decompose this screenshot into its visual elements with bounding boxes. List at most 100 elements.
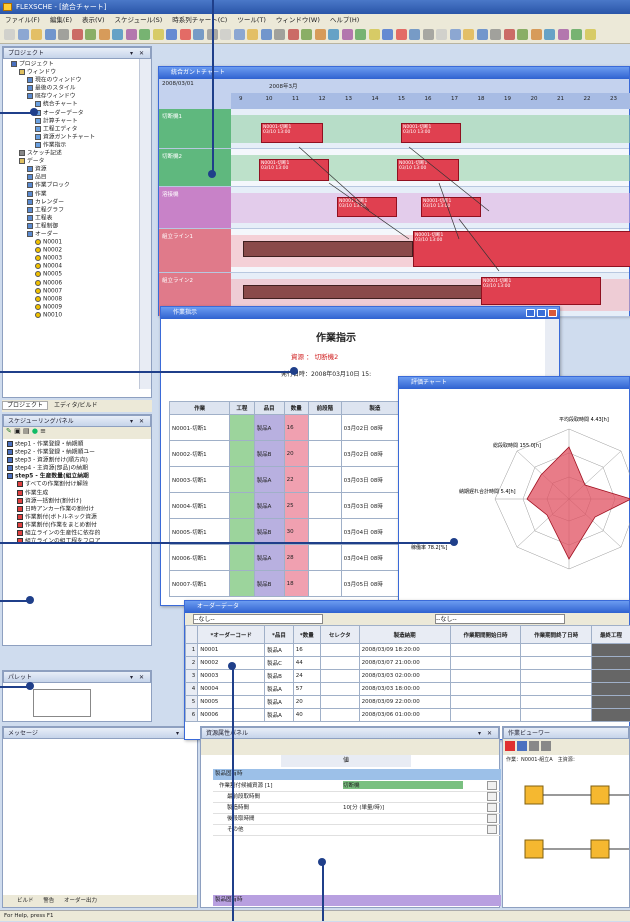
scrollbar[interactable] [139,59,151,389]
tree-item[interactable]: カレンダー [11,199,151,207]
table-cell[interactable] [592,709,630,722]
tree-item[interactable]: N0005 [11,271,151,279]
table-cell[interactable] [521,709,592,722]
table-cell[interactable] [320,683,359,696]
column-header[interactable]: *数量 [293,626,320,644]
tree-item[interactable]: N0009 [11,304,151,312]
table-cell[interactable]: 2008/03/09 22:00:00 [359,696,450,709]
toolbar-button[interactable] [544,29,555,40]
close-button[interactable] [548,309,557,317]
schedule-item[interactable]: 作業生成 [7,490,151,498]
table-row[interactable]: N0001-切断1製品A1603月02日 08時 [170,415,409,441]
property-edit-button[interactable] [487,803,497,812]
schedule-item[interactable]: step2 - 作業登録・納期順ユー [7,449,151,457]
properties-toolbar[interactable] [201,739,499,755]
toolbar-button[interactable] [247,29,258,40]
toolbar-button[interactable] [274,29,285,40]
schedule-item[interactable]: 組立ラインの生産性に依存的 [7,530,151,538]
toolbar-button[interactable] [531,29,542,40]
toolbar-button[interactable] [261,29,272,40]
column-header[interactable]: セレクタ [320,626,359,644]
table-cell[interactable]: 2008/03/09 18:20:00 [359,644,450,657]
tab-order-output[interactable]: オーダー出力 [64,898,97,904]
toolbar-button[interactable] [315,29,326,40]
tree-item[interactable]: N0004 [11,263,151,271]
table-cell[interactable]: 製品C [265,657,294,670]
table-cell[interactable] [320,644,359,657]
menu-item[interactable]: 編集(E) [50,16,72,24]
table-cell[interactable]: 16 [293,644,320,657]
tree-item[interactable]: プロジェクト [11,61,151,69]
tree-item[interactable]: 品目 [11,174,151,182]
toolbar-button[interactable] [193,29,204,40]
table-cell[interactable] [521,644,592,657]
table-cell[interactable] [320,709,359,722]
toolbar-button[interactable] [72,29,83,40]
panel-controls[interactable]: ▾ ✕ [478,728,494,739]
table-cell[interactable] [450,709,521,722]
menu-item[interactable]: スケジュール(S) [115,16,163,24]
tree-item[interactable]: 資源ガントチャート [11,134,151,142]
property-row[interactable]: 最前段取時間 [213,792,501,803]
toolbar-button[interactable] [220,29,231,40]
toolbar-button[interactable] [342,29,353,40]
tree-item[interactable]: ウィンドウ [11,69,151,77]
table-row[interactable]: N0007-切断1製品B1803月05日 08時 [170,571,409,597]
palette-box[interactable] [33,689,91,717]
scheduling-toolbar[interactable]: ✎ ▣ ▤ ● ≡ [3,427,151,439]
menu-item[interactable]: 表示(V) [82,16,105,24]
tree-item[interactable]: N0001 [11,239,151,247]
tree-item[interactable]: N0008 [11,296,151,304]
table-cell[interactable] [592,670,630,683]
column-header[interactable]: 作業期間開始日時 [450,626,521,644]
table-cell[interactable]: 製品A [265,696,294,709]
tree-item[interactable]: データ [11,158,151,166]
table-cell[interactable] [450,683,521,696]
tree-item[interactable]: N0006 [11,280,151,288]
toolbar-button[interactable] [382,29,393,40]
schedule-item[interactable]: step4 - 主資源(部品)の納期 [7,465,151,473]
table-cell[interactable]: 2008/03/06 01:00:00 [359,709,450,722]
table-cell[interactable] [450,657,521,670]
tree-item[interactable]: 工程グラフ [11,207,151,215]
toolbar-button[interactable] [369,29,380,40]
properties-section-2[interactable]: 製品固有時 [213,895,501,906]
schedule-item[interactable]: step1 - 作業登録・納期順 [7,441,151,449]
table-row[interactable]: 4N0004製品A572008/03/03 18:00:00 [186,683,630,696]
table-cell[interactable]: 2008/03/07 21:00:00 [359,657,450,670]
table-cell[interactable] [592,683,630,696]
tree-item[interactable]: N0007 [11,288,151,296]
table-cell[interactable] [592,657,630,670]
table-cell[interactable]: 24 [293,670,320,683]
toolbar-button[interactable] [558,29,569,40]
toolbar-button[interactable] [31,29,42,40]
tree-item[interactable]: オーダー [11,231,151,239]
tree-item[interactable]: 現在のウィンドウ [11,77,151,85]
toolbar-button[interactable] [153,29,164,40]
table-row[interactable]: N0005-切断1製品B3003月04日 08時 [170,519,409,545]
toolbar-button[interactable] [126,29,137,40]
table-row[interactable]: 5N0005製品A202008/03/09 22:00:00 [186,696,630,709]
tree-item[interactable]: 資源 [11,166,151,174]
process-viewer-toolbar[interactable] [503,739,629,755]
panel-controls[interactable]: ▾ ✕ [130,48,146,59]
toolbar-button[interactable] [463,29,474,40]
toolbar-button[interactable] [112,29,123,40]
toolbar-button[interactable] [423,29,434,40]
schedule-item[interactable]: 資源一括割付(割付け) [7,498,151,506]
tree-item[interactable]: 作業 [11,191,151,199]
toolbar-button[interactable] [58,29,69,40]
table-row[interactable]: N0003-切断1製品A2203月03日 08時 [170,467,409,493]
toolbar-button[interactable] [409,29,420,40]
column-header[interactable] [186,626,198,644]
toolbar-button[interactable] [328,29,339,40]
toolbar-button[interactable] [99,29,110,40]
toolbar-button[interactable] [504,29,515,40]
toolbar-button[interactable] [477,29,488,40]
toolbar-button[interactable] [288,29,299,40]
tree-item[interactable]: 作業指示 [11,142,151,150]
menu-item[interactable]: ヘルプ(H) [330,16,359,24]
panel-controls[interactable]: ▾ ✕ [130,672,146,683]
toolbar-button[interactable] [166,29,177,40]
table-row[interactable]: N0006-切断1製品A2803月04日 08時 [170,545,409,571]
